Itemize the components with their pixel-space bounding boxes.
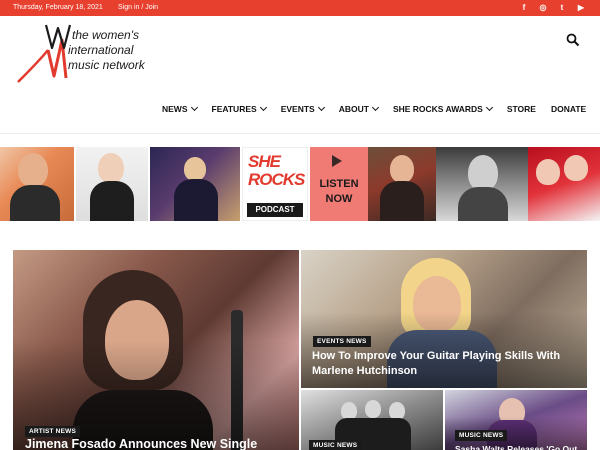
instagram-icon[interactable]: ◎ [538,2,548,13]
facebook-icon[interactable]: f [519,2,529,13]
article-title[interactable]: Sasha Walts Releases 'Go Out [455,442,585,450]
nav-label: ABOUT [338,104,369,114]
podcast-logo-she: SHE [248,152,281,171]
banner-photo-guitarist-1 [0,147,74,221]
podcast-logo-podcast: PODCAST [247,203,303,217]
article-card-sasha-walts[interactable]: MUSIC NEWS Sasha Walts Releases 'Go Out [445,390,587,450]
nav-label: EVENTS [280,104,315,114]
chevron-down-icon [485,103,493,112]
twitter-icon[interactable]: t [557,2,567,13]
main-navigation: NEWS FEATURES EVENTS ABOUT SHE ROCKS AWA… [162,103,600,114]
sign-in-link[interactable]: Sign in / Join [118,4,158,11]
nav-label: FEATURES [211,104,257,114]
nav-item-store[interactable]: STORE [507,104,536,114]
play-icon [332,155,342,167]
youtube-icon[interactable]: ▶ [576,2,586,13]
nav-item-news[interactable]: NEWS [162,103,198,114]
banner-photo-saxophonist [150,147,240,221]
nav-label: DONATE [550,104,587,114]
logo-text-line3: music network [68,58,145,72]
now-label: NOW [325,193,353,205]
chevron-down-icon [259,103,267,112]
podcast-banner[interactable]: SHE ROCKS PODCAST LISTEN NOW [0,147,600,221]
nav-item-she-rocks-awards[interactable]: SHE ROCKS AWARDS [392,103,493,114]
banner-photo-guitarist-2 [76,147,148,221]
logo-text-line1: the women's [72,28,139,42]
nav-item-features[interactable]: FEATURES [211,103,267,114]
category-badge[interactable]: MUSIC NEWS [309,440,362,450]
nav-label: STORE [506,104,536,114]
site-header: the women's international music network … [0,16,600,134]
search-icon[interactable] [566,33,580,47]
social-links: f ◎ t ▶ [519,2,586,13]
nav-label: SHE ROCKS AWARDS [392,104,483,114]
logo-text-line2: international [68,43,134,57]
category-badge[interactable]: ARTIST NEWS [25,426,80,437]
banner-photo-guitarist-3 [368,147,436,221]
featured-article-top[interactable]: EVENTS NEWS How To Improve Your Guitar P… [301,250,587,388]
current-date: Thursday, February 18, 2021 [13,4,103,11]
nav-item-donate[interactable]: DONATE [551,104,586,114]
article-card-band[interactable]: MUSIC NEWS [301,390,443,450]
article-title[interactable]: Jimena Fosado Announces New Single [25,437,295,450]
podcast-logo-rocks: ROCKS [248,170,305,189]
nav-label: NEWS [162,104,188,114]
listen-now-button[interactable]: LISTEN NOW [310,147,368,221]
listen-now-label: LISTEN NOW [310,177,368,207]
top-bar: Thursday, February 18, 2021 Sign in / Jo… [0,0,600,16]
chevron-down-icon [190,103,198,112]
featured-article-main[interactable]: ARTIST NEWS Jimena Fosado Announces New … [13,250,299,450]
chevron-down-icon [371,103,379,112]
banner-photo-duo [528,147,600,221]
site-logo[interactable]: the women's international music network [10,20,170,98]
listen-label: LISTEN [319,178,359,190]
banner-photo-portrait [436,147,528,221]
chevron-down-icon [317,103,325,112]
article-title[interactable]: How To Improve Your Guitar Playing Skill… [312,349,577,379]
category-badge[interactable]: MUSIC NEWS [455,430,508,441]
she-rocks-podcast-logo: SHE ROCKS PODCAST [242,147,308,221]
nav-item-events[interactable]: EVENTS [280,103,325,114]
nav-item-about[interactable]: ABOUT [338,103,379,114]
category-badge[interactable]: EVENTS NEWS [313,336,371,347]
